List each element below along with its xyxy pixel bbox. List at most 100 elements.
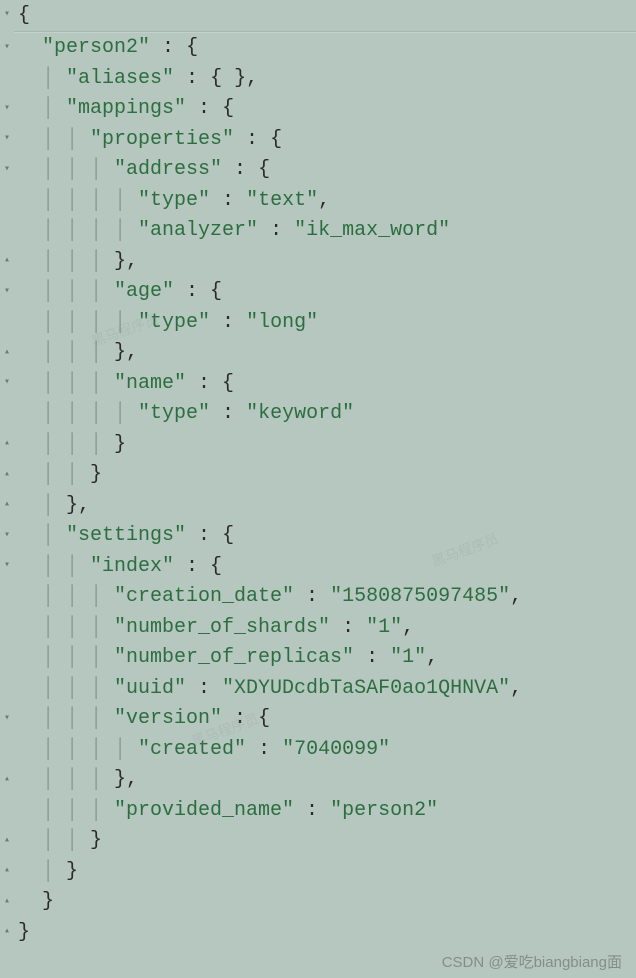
code-line[interactable]: │ │ "index" : {: [14, 551, 636, 582]
json-punct: {: [186, 36, 198, 59]
fold-marker[interactable]: ▴: [0, 887, 14, 918]
json-punct: :: [174, 280, 210, 303]
code-line[interactable]: "person2" : {: [14, 33, 636, 64]
json-key: "type": [138, 402, 210, 425]
fold-gutter: ▾▾▾▾▾▴▾▴▾▴▴▴▾▾▾▴▴▴▴▴: [0, 0, 14, 978]
code-line[interactable]: │ │ │ "number_of_replicas" : "1",: [14, 643, 636, 674]
code-line[interactable]: │ │ }: [14, 826, 636, 857]
json-string: "1": [366, 616, 402, 639]
fold-marker[interactable]: ▴: [0, 856, 14, 887]
json-key: "aliases": [66, 67, 174, 90]
code-line[interactable]: }: [14, 917, 636, 948]
code-line[interactable]: │ │ "properties" : {: [14, 124, 636, 155]
fold-marker[interactable]: ▴: [0, 765, 14, 796]
code-area[interactable]: { "person2" : { │ "aliases" : { }, │ "ma…: [14, 0, 636, 978]
json-key: "index": [90, 555, 174, 578]
json-key: "provided_name": [114, 799, 294, 822]
json-punct: { }: [210, 67, 246, 90]
fold-marker[interactable]: ▴: [0, 490, 14, 521]
json-punct: ,: [426, 646, 438, 669]
json-string: "XDYUDcdbTaSAF0ao1QHNVA": [222, 677, 510, 700]
code-line[interactable]: │ },: [14, 490, 636, 521]
fold-marker[interactable]: ▾: [0, 277, 14, 308]
json-punct: }: [114, 250, 126, 273]
json-key: "type": [138, 311, 210, 334]
code-line[interactable]: │ │ │ "uuid" : "XDYUDcdbTaSAF0ao1QHNVA",: [14, 673, 636, 704]
fold-marker: [0, 399, 14, 430]
fold-marker[interactable]: ▴: [0, 246, 14, 277]
json-punct: ,: [402, 616, 414, 639]
json-key: "address": [114, 158, 222, 181]
code-line[interactable]: │ │ │ "version" : {: [14, 704, 636, 735]
code-line[interactable]: │ }: [14, 856, 636, 887]
code-line[interactable]: │ │ │ },: [14, 246, 636, 277]
code-line[interactable]: │ │ │ "name" : {: [14, 368, 636, 399]
json-key: "uuid": [114, 677, 186, 700]
fold-marker: [0, 795, 14, 826]
fold-marker: [0, 673, 14, 704]
code-line[interactable]: │ │ │ },: [14, 338, 636, 369]
json-punct: {: [258, 158, 270, 181]
json-punct: :: [186, 97, 222, 120]
code-line[interactable]: │ │ │ │ "type" : "keyword": [14, 399, 636, 430]
fold-marker[interactable]: ▾: [0, 33, 14, 64]
code-line[interactable]: │ │ │ "age" : {: [14, 277, 636, 308]
fold-marker[interactable]: ▾: [0, 551, 14, 582]
json-punct: }: [66, 860, 78, 883]
json-key: "type": [138, 189, 210, 212]
code-line[interactable]: │ │ │ },: [14, 765, 636, 796]
code-line[interactable]: │ │ }: [14, 460, 636, 491]
fold-marker[interactable]: ▾: [0, 704, 14, 735]
json-punct: :: [186, 372, 222, 395]
fold-marker[interactable]: ▾: [0, 0, 14, 31]
fold-marker[interactable]: ▴: [0, 460, 14, 491]
code-line[interactable]: │ │ │ "provided_name" : "person2": [14, 795, 636, 826]
json-punct: {: [222, 524, 234, 547]
fold-marker[interactable]: ▴: [0, 338, 14, 369]
code-line[interactable]: │ │ │ }: [14, 429, 636, 460]
json-punct: :: [222, 707, 258, 730]
json-punct: }: [114, 768, 126, 791]
json-punct: {: [258, 707, 270, 730]
fold-marker: [0, 643, 14, 674]
json-punct: :: [354, 646, 390, 669]
code-line[interactable]: │ │ │ "creation_date" : "1580875097485",: [14, 582, 636, 613]
json-punct: :: [234, 128, 270, 151]
json-key: "analyzer": [138, 219, 258, 242]
json-punct: :: [210, 402, 246, 425]
json-punct: ,: [78, 494, 90, 517]
json-string: "text": [246, 189, 318, 212]
fold-marker: [0, 307, 14, 338]
json-string: "keyword": [246, 402, 354, 425]
fold-marker[interactable]: ▴: [0, 917, 14, 948]
code-line[interactable]: │ │ │ │ "analyzer" : "ik_max_word": [14, 216, 636, 247]
json-punct: }: [114, 433, 126, 456]
json-punct: :: [210, 189, 246, 212]
fold-marker: [0, 216, 14, 247]
code-line[interactable]: │ │ │ │ "created" : "7040099": [14, 734, 636, 765]
code-line[interactable]: │ │ │ "address" : {: [14, 155, 636, 186]
code-line[interactable]: │ │ │ "number_of_shards" : "1",: [14, 612, 636, 643]
json-punct: ,: [126, 250, 138, 273]
json-punct: :: [246, 738, 282, 761]
code-line[interactable]: │ "mappings" : {: [14, 94, 636, 125]
fold-marker[interactable]: ▾: [0, 155, 14, 186]
json-punct: :: [294, 585, 330, 608]
code-line[interactable]: │ │ │ │ "type" : "text",: [14, 185, 636, 216]
fold-marker[interactable]: ▴: [0, 429, 14, 460]
fold-marker[interactable]: ▾: [0, 521, 14, 552]
json-punct: ,: [318, 189, 330, 212]
code-line[interactable]: │ │ │ │ "type" : "long": [14, 307, 636, 338]
fold-marker[interactable]: ▾: [0, 124, 14, 155]
json-punct: ,: [126, 768, 138, 791]
json-punct: ,: [126, 341, 138, 364]
code-line[interactable]: }: [14, 887, 636, 918]
code-line[interactable]: │ "settings" : {: [14, 521, 636, 552]
json-key: "name": [114, 372, 186, 395]
code-line[interactable]: {: [14, 0, 636, 31]
fold-marker[interactable]: ▾: [0, 94, 14, 125]
fold-marker[interactable]: ▾: [0, 368, 14, 399]
json-punct: }: [18, 921, 30, 944]
fold-marker[interactable]: ▴: [0, 826, 14, 857]
code-line[interactable]: │ "aliases" : { },: [14, 63, 636, 94]
